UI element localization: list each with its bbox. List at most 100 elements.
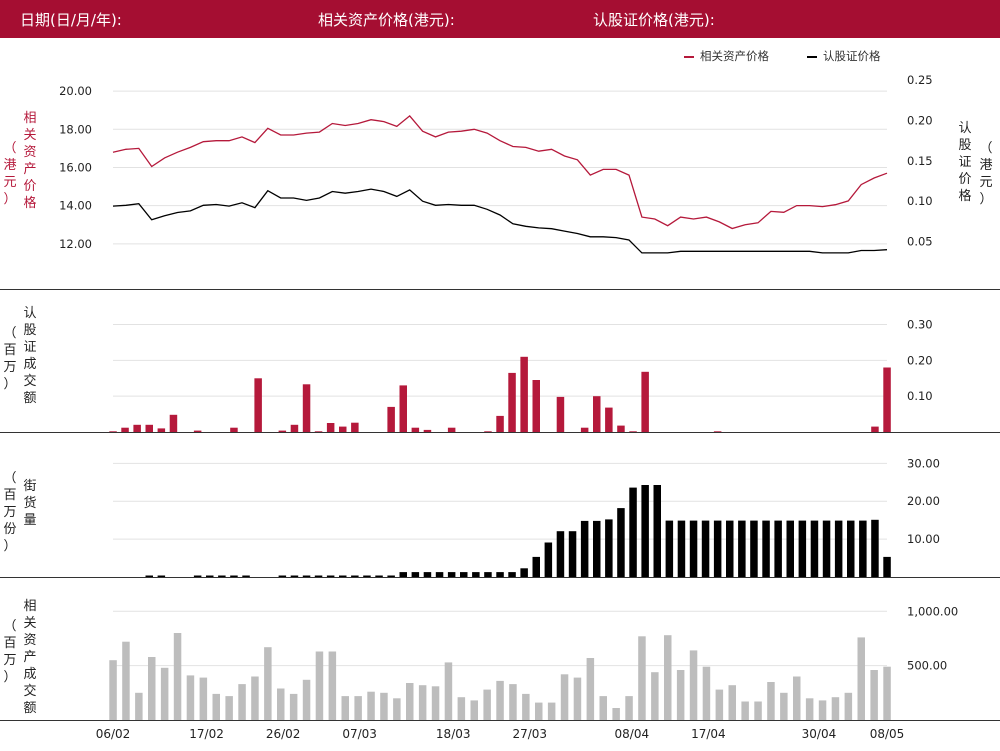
warrant-turnover-bar [496, 415, 504, 432]
asset-turnover-bar [225, 696, 233, 720]
warrant-turnover-bar [230, 427, 238, 432]
warrant-turnover-bar [326, 423, 335, 432]
warrant-turnover-bar [339, 426, 347, 432]
outstanding-bar [798, 520, 807, 577]
left-axis-tick-label: 20.00 [59, 84, 92, 98]
asset-turnover-bar [560, 674, 569, 720]
outstanding-tick-label: 30.00 [907, 456, 940, 470]
outstanding-bar [496, 572, 504, 577]
asset-turnover-tick-label: 1,000.00 [907, 604, 958, 618]
outstanding-bar [290, 575, 299, 577]
asset-turnover-bar [793, 676, 801, 720]
warrant-turnover-bar [617, 425, 625, 432]
outstanding-bar [544, 542, 553, 577]
warrant-turnover-bar [399, 385, 407, 432]
date-label: 日期(日/月/年): [20, 11, 122, 29]
warrant-turnover-tick-label: 0.30 [907, 318, 933, 332]
warrant-turnover-bar [157, 428, 166, 432]
outstanding-bar [810, 520, 819, 577]
asset-turnover-bar [831, 697, 840, 720]
outstanding-bar [399, 572, 407, 577]
warrant-turnover-bar [387, 406, 395, 432]
asset-turnover-bar [676, 670, 685, 720]
outstanding-bar [351, 575, 359, 577]
outstanding-bar [435, 572, 444, 577]
outstanding-tick-label: 20.00 [907, 494, 940, 508]
outstanding-bar [375, 575, 383, 577]
asset-turnover-bar [380, 692, 388, 720]
asset-turnover-bar [431, 686, 440, 720]
asset-turnover-bar [302, 679, 311, 720]
outstanding-bar [218, 575, 226, 577]
outstanding-bar [847, 520, 855, 577]
outstanding-bar [665, 520, 674, 577]
asset-turnover-bar [496, 680, 504, 720]
outstanding-bar [774, 520, 782, 577]
outstanding-bar [762, 520, 770, 577]
asset-turnover-bar [715, 689, 724, 720]
asset-turnover-bar [728, 685, 736, 720]
asset-turnover-bar [625, 696, 633, 720]
warrant-turnover-bar [580, 427, 589, 432]
price-turnover-chart: 12.00 14.00 16.00 18.00 20.00 0.05 0.10 0.15 0.2… [59, 73, 958, 741]
warrant-turnover-bar [109, 431, 117, 432]
warrant-turnover-bar [121, 427, 129, 432]
asset-turnover-bar [599, 696, 607, 720]
outstanding-bar [605, 519, 613, 577]
asset-turnover-bar [754, 701, 762, 720]
asset-turnover-bar [702, 666, 711, 720]
outstanding-bar [532, 556, 540, 577]
outstanding-bar [411, 572, 420, 577]
asset-turnover-bar [160, 667, 169, 720]
x-tick-label: 26/02 [266, 727, 301, 741]
asset-turnover-bar [367, 691, 375, 720]
outstanding-bar [883, 556, 891, 577]
outstanding-bar [484, 572, 492, 577]
outstanding-bar [472, 572, 480, 577]
asset-turnover-bar [212, 693, 220, 720]
asset-turnover-bar [818, 700, 827, 720]
warrant-turnover-tick-label: 0.10 [907, 389, 933, 403]
asset-price-label: 相关资产价格(港元): [318, 11, 455, 29]
asset-turnover-bar [767, 682, 775, 720]
warrant-turnover-bar [508, 372, 516, 432]
warrant-turnover-bar [351, 422, 359, 432]
warrant-turnover-bar [278, 430, 287, 432]
asset-turnover-bar [122, 641, 130, 720]
warrant-turnover-tick-label: 0.20 [907, 353, 933, 367]
asset-turnover-bar [483, 689, 491, 720]
asset-turnover-bar [805, 698, 814, 720]
outstanding-bar [460, 572, 468, 577]
warrant-turnover-bar [302, 384, 311, 432]
warrant-turnover-bar [713, 431, 722, 432]
warrant-turnover-bar [556, 396, 565, 432]
x-tick-label: 17/02 [189, 727, 224, 741]
outstanding-bar [193, 575, 202, 577]
right-axis-tick-label: 0.15 [907, 154, 933, 168]
outstanding-bar [314, 575, 323, 577]
outstanding-bar [677, 520, 686, 577]
asset-turnover-bar [148, 657, 156, 720]
x-tick-label: 30/04 [802, 727, 837, 741]
left-axis-tick-label: 18.00 [59, 122, 92, 136]
outstanding-bar [326, 575, 335, 577]
left-axis-tick-label: 12.00 [59, 237, 92, 251]
asset-turnover-bar [173, 633, 182, 720]
right-axis-tick-label: 0.20 [907, 113, 933, 127]
asset-turnover-bar [664, 635, 672, 720]
outstanding-bar [834, 520, 843, 577]
warrant-turnover-bar [133, 424, 141, 432]
outstanding-bar [157, 575, 166, 577]
outstanding-bar [447, 572, 456, 577]
x-tick-label: 08/04 [615, 727, 650, 741]
asset-turnover-bar [535, 702, 543, 720]
warrant-turnover-bar [520, 356, 528, 433]
x-tick-label: 08/05 [870, 727, 905, 741]
asset-price-line [112, 114, 888, 230]
asset-turnover-bar [289, 693, 298, 720]
outstanding-bar [629, 487, 637, 577]
asset-turnover-bar [251, 676, 259, 720]
outstanding-bar [278, 575, 287, 577]
asset-turnover-bar [277, 688, 285, 720]
asset-turnover-bar [870, 670, 878, 720]
